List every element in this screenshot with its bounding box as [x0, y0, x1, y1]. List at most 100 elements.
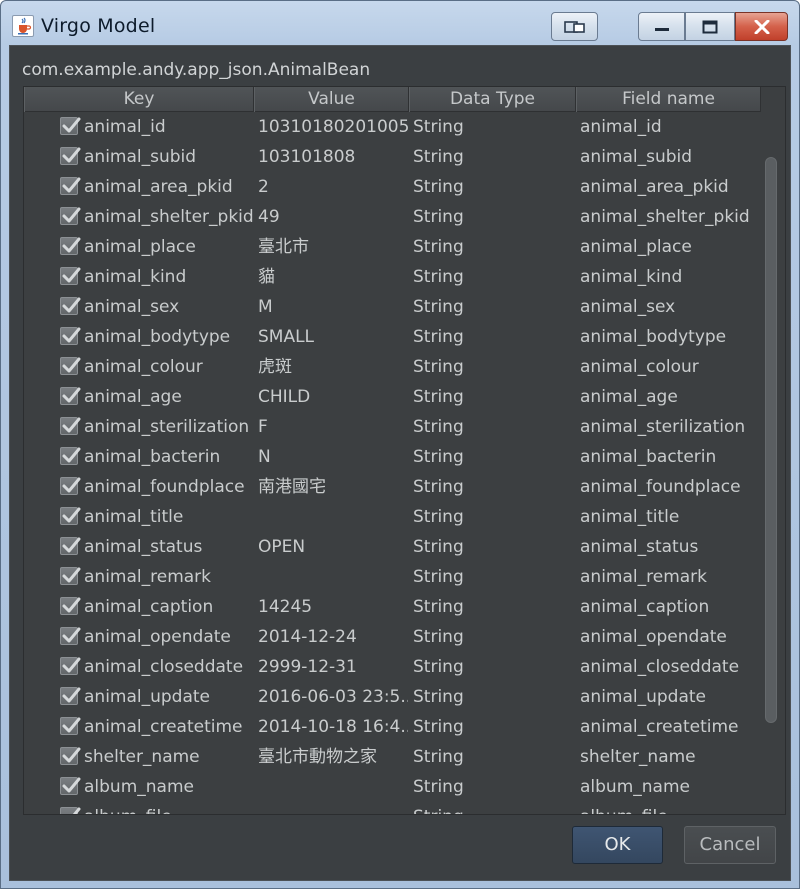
cell-value[interactable]: 2: [258, 172, 408, 202]
cell-field-name[interactable]: animal_status: [580, 532, 760, 562]
include-field-checkbox[interactable]: [60, 237, 81, 255]
cell-data-type[interactable]: String: [413, 382, 573, 412]
cell-value[interactable]: CHILD: [258, 382, 408, 412]
cell-field-name[interactable]: animal_sterilization: [580, 412, 760, 442]
cell-value[interactable]: 2014-10-18 16:4...: [258, 712, 408, 742]
table-row[interactable]: animal_title String animal_title: [24, 502, 761, 532]
cell-field-name[interactable]: animal_foundplace: [580, 472, 760, 502]
include-field-checkbox[interactable]: [60, 177, 81, 195]
cell-field-name[interactable]: animal_place: [580, 232, 760, 262]
include-field-checkbox[interactable]: [60, 747, 81, 765]
cell-data-type[interactable]: String: [413, 532, 573, 562]
table-row[interactable]: animal_closeddate 2999-12-31 String animal_…: [24, 652, 761, 682]
include-field-checkbox[interactable]: [60, 717, 81, 735]
scrollbar-thumb[interactable]: [765, 157, 777, 723]
include-field-checkbox[interactable]: [60, 297, 81, 315]
cell-value[interactable]: 南港國宅: [258, 472, 408, 502]
cell-field-name[interactable]: animal_closeddate: [580, 652, 760, 682]
cell-field-name[interactable]: shelter_name: [580, 742, 760, 772]
cell-value[interactable]: [258, 802, 408, 814]
table-row[interactable]: animal_foundplace 南港國宅 String animal_foundp…: [24, 472, 761, 502]
table-row[interactable]: animal_opendate 2014-12-24 String animal_op…: [24, 622, 761, 652]
cell-value[interactable]: 103101808: [258, 142, 408, 172]
cell-field-name[interactable]: animal_bacterin: [580, 442, 760, 472]
cell-data-type[interactable]: String: [413, 622, 573, 652]
table-row[interactable]: animal_age CHILD String animal_age: [24, 382, 761, 412]
table-row[interactable]: animal_place 臺北市 String animal_place: [24, 232, 761, 262]
cell-data-type[interactable]: String: [413, 472, 573, 502]
cell-data-type[interactable]: String: [413, 412, 573, 442]
cell-data-type[interactable]: String: [413, 772, 573, 802]
include-field-checkbox[interactable]: [60, 147, 81, 165]
cell-data-type[interactable]: String: [413, 742, 573, 772]
cell-value[interactable]: [258, 772, 408, 802]
include-field-checkbox[interactable]: [60, 507, 81, 525]
cell-data-type[interactable]: String: [413, 232, 573, 262]
cell-data-type[interactable]: String: [413, 712, 573, 742]
cell-data-type[interactable]: String: [413, 442, 573, 472]
include-field-checkbox[interactable]: [60, 327, 81, 345]
include-field-checkbox[interactable]: [60, 597, 81, 615]
cell-value[interactable]: SMALL: [258, 322, 408, 352]
cell-data-type[interactable]: String: [413, 322, 573, 352]
include-field-checkbox[interactable]: [60, 687, 81, 705]
table-row[interactable]: animal_bodytype SMALL String animal_bodytyp…: [24, 322, 761, 352]
table-row[interactable]: animal_sterilization F String animal_steril…: [24, 412, 761, 442]
table-row[interactable]: animal_status OPEN String animal_status: [24, 532, 761, 562]
include-field-checkbox[interactable]: [60, 267, 81, 285]
cell-field-name[interactable]: animal_createtime: [580, 712, 760, 742]
minimize-button[interactable]: [638, 12, 685, 41]
cell-field-name[interactable]: album_name: [580, 772, 760, 802]
cell-field-name[interactable]: animal_caption: [580, 592, 760, 622]
cell-data-type[interactable]: String: [413, 352, 573, 382]
include-field-checkbox[interactable]: [60, 537, 81, 555]
cell-data-type[interactable]: String: [413, 112, 573, 142]
cell-value[interactable]: [258, 562, 408, 592]
table-row[interactable]: animal_shelter_pkid 49 String animal_shelte…: [24, 202, 761, 232]
cell-field-name[interactable]: animal_shelter_pkid: [580, 202, 760, 232]
cell-data-type[interactable]: String: [413, 682, 573, 712]
cell-value[interactable]: 臺北市動物之家: [258, 742, 408, 772]
cell-value[interactable]: 14245: [258, 592, 408, 622]
include-field-checkbox[interactable]: [60, 567, 81, 585]
cell-field-name[interactable]: animal_area_pkid: [580, 172, 760, 202]
close-button[interactable]: [735, 12, 788, 41]
cell-value[interactable]: 臺北市: [258, 232, 408, 262]
cell-data-type[interactable]: String: [413, 142, 573, 172]
cell-field-name[interactable]: animal_opendate: [580, 622, 760, 652]
include-field-checkbox[interactable]: [60, 657, 81, 675]
cell-field-name[interactable]: animal_colour: [580, 352, 760, 382]
cell-value[interactable]: OPEN: [258, 532, 408, 562]
cell-value[interactable]: [258, 502, 408, 532]
cell-field-name[interactable]: animal_title: [580, 502, 760, 532]
cell-value[interactable]: 10310180201005: [258, 112, 408, 142]
cell-field-name[interactable]: animal_update: [580, 682, 760, 712]
cell-field-name[interactable]: animal_kind: [580, 262, 760, 292]
cell-data-type[interactable]: String: [413, 562, 573, 592]
include-field-checkbox[interactable]: [60, 477, 81, 495]
cell-field-name[interactable]: animal_subid: [580, 142, 760, 172]
table-row[interactable]: animal_kind 貓 String animal_kind: [24, 262, 761, 292]
cell-value[interactable]: F: [258, 412, 408, 442]
ok-button[interactable]: OK: [572, 826, 663, 864]
cell-field-name[interactable]: animal_age: [580, 382, 760, 412]
cell-data-type[interactable]: String: [413, 502, 573, 532]
cell-field-name[interactable]: animal_sex: [580, 292, 760, 322]
cell-field-name[interactable]: animal_remark: [580, 562, 760, 592]
include-field-checkbox[interactable]: [60, 117, 81, 135]
cell-data-type[interactable]: String: [413, 592, 573, 622]
table-row[interactable]: shelter_name 臺北市動物之家 String shelter_name: [24, 742, 761, 772]
table-row[interactable]: animal_createtime 2014-10-18 16:4... Strin…: [24, 712, 761, 742]
cell-field-name[interactable]: album_file: [580, 802, 760, 814]
cell-field-name[interactable]: animal_id: [580, 112, 760, 142]
table-row[interactable]: animal_update 2016-06-03 23:5... String ani…: [24, 682, 761, 712]
include-field-checkbox[interactable]: [60, 627, 81, 645]
table-row[interactable]: animal_bacterin N String animal_bacterin: [24, 442, 761, 472]
column-header-value[interactable]: Value: [254, 87, 409, 112]
title-bar[interactable]: Virgo Model: [1, 1, 799, 45]
cell-value[interactable]: N: [258, 442, 408, 472]
cell-data-type[interactable]: String: [413, 262, 573, 292]
cell-data-type[interactable]: String: [413, 202, 573, 232]
vertical-scrollbar[interactable]: [761, 87, 785, 814]
table-row[interactable]: animal_area_pkid 2 String animal_area_pkid: [24, 172, 761, 202]
